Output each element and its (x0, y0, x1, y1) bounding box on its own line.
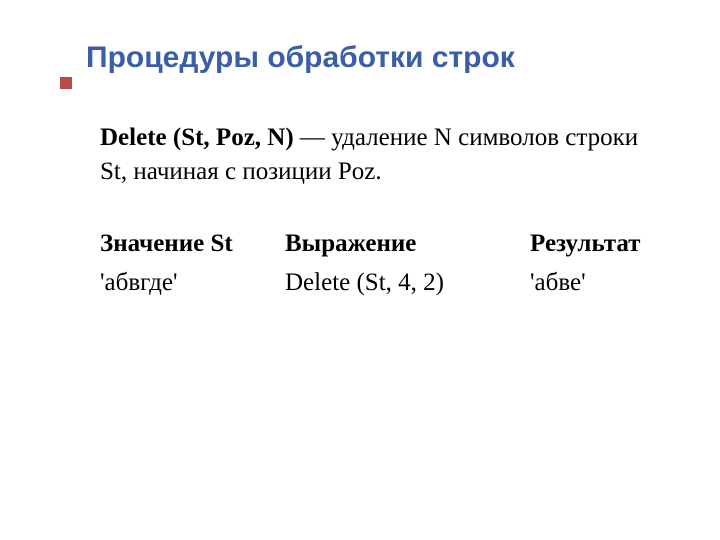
procedure-name: Delete (St, Poz, N) (100, 124, 294, 151)
header-col3: Результат (530, 227, 640, 261)
cell-expression: Delete (St, 4, 2) (285, 266, 530, 300)
cell-result: 'абве' (530, 266, 586, 300)
content-area: Delete (St, Poz, N) — удаление N символо… (100, 121, 670, 300)
title-row: Процедуры обработки строк (60, 40, 670, 76)
cell-value-st: 'абвгде' (100, 266, 285, 300)
header-col2: Выражение (285, 227, 530, 261)
bullet-icon (60, 77, 72, 89)
example-table: Значение St Выражение Результат 'абвгде'… (100, 227, 670, 301)
header-col1: Значение St (100, 227, 285, 261)
separator: — (294, 124, 332, 151)
slide-title: Процедуры обработки строк (86, 40, 515, 76)
table-header-row: Значение St Выражение Результат (100, 227, 670, 261)
procedure-description: Delete (St, Poz, N) — удаление N символо… (100, 121, 670, 189)
table-row: 'абвгде' Delete (St, 4, 2) 'абве' (100, 266, 670, 300)
slide: Процедуры обработки строк Delete (St, Po… (0, 0, 720, 540)
